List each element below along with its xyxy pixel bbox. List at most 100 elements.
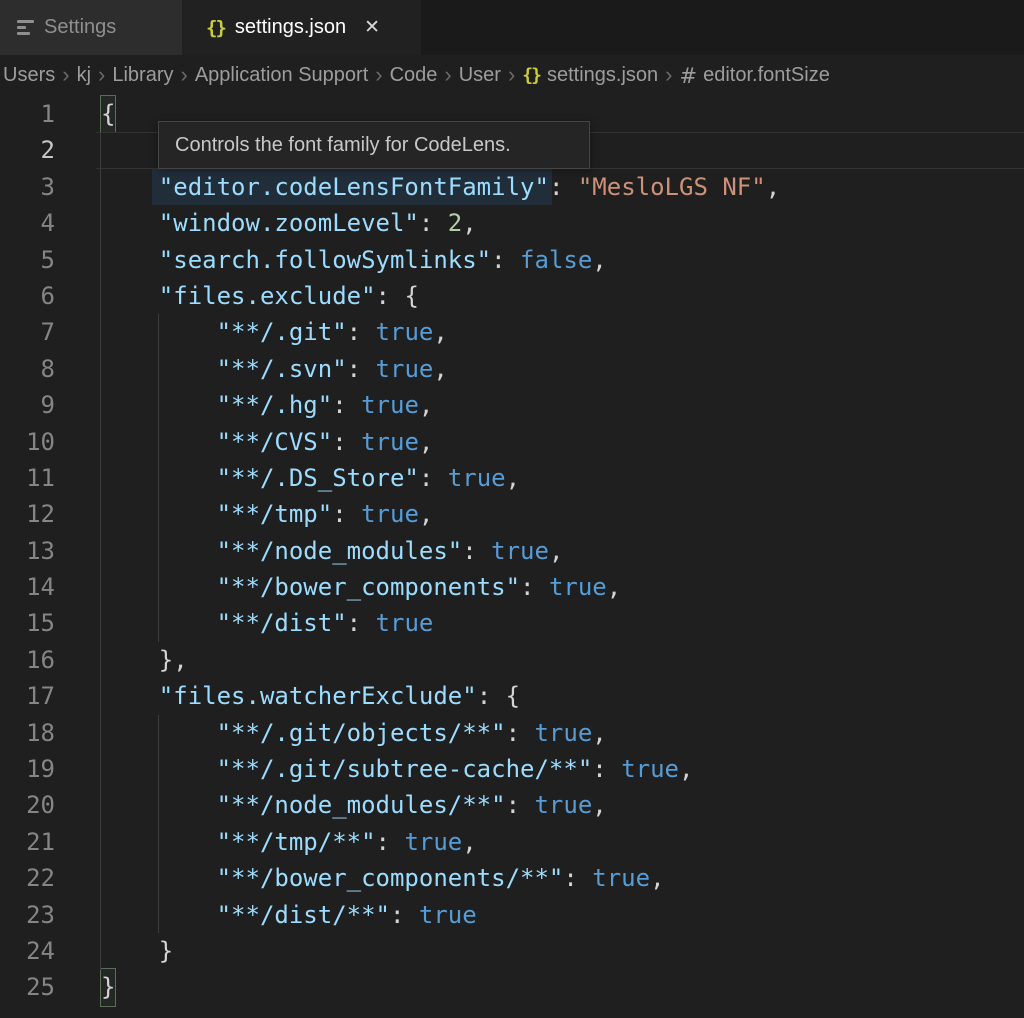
- code-line[interactable]: 7 "**/.git": true,: [0, 314, 1024, 350]
- breadcrumb-item-user[interactable]: User: [459, 64, 501, 87]
- code-token: "**/bower_components": [217, 573, 520, 601]
- code-text: "**/bower_components": true,: [55, 569, 621, 605]
- line-number[interactable]: 5: [0, 242, 55, 278]
- breadcrumb-separator: ›: [444, 62, 451, 88]
- breadcrumb-item-settings-json[interactable]: settings.json: [547, 64, 658, 87]
- code-token: "**/.git": [217, 318, 347, 346]
- code-token: :: [592, 755, 621, 783]
- code-token: ,: [419, 500, 433, 528]
- code-token: [101, 682, 159, 710]
- line-number[interactable]: 22: [0, 860, 55, 896]
- line-number[interactable]: 1: [0, 96, 55, 132]
- line-number[interactable]: 19: [0, 751, 55, 787]
- line-number[interactable]: 15: [0, 605, 55, 641]
- line-number[interactable]: 12: [0, 496, 55, 532]
- breadcrumb-item-application-support[interactable]: Application Support: [195, 64, 368, 87]
- code-line[interactable]: 5 "search.followSymlinks": false,: [0, 242, 1024, 278]
- code-token: :: [506, 791, 535, 819]
- breadcrumb-item-users[interactable]: Users: [3, 64, 55, 87]
- line-number[interactable]: 3: [0, 169, 55, 205]
- line-number[interactable]: 23: [0, 897, 55, 933]
- code-token: "**/dist": [217, 609, 347, 637]
- code-lines: 1{23 "editor.codeLensFontFamily": "Meslo…: [0, 96, 1024, 1006]
- line-number[interactable]: 20: [0, 787, 55, 823]
- line-number[interactable]: 25: [0, 969, 55, 1005]
- code-token: },: [101, 646, 188, 674]
- code-line[interactable]: 23 "**/dist/**": true: [0, 897, 1024, 933]
- code-token: :: [563, 864, 592, 892]
- line-number[interactable]: 11: [0, 460, 55, 496]
- code-token: ,: [679, 755, 693, 783]
- line-number[interactable]: 8: [0, 351, 55, 387]
- code-line[interactable]: 25}: [0, 969, 1024, 1005]
- code-token: "files.watcherExclude": [159, 682, 477, 710]
- code-line[interactable]: 24 }: [0, 933, 1024, 969]
- code-text: "**/.git/subtree-cache/**": true,: [55, 751, 693, 787]
- line-number[interactable]: 10: [0, 424, 55, 460]
- code-token: :: [491, 246, 520, 274]
- code-line[interactable]: 3 "editor.codeLensFontFamily": "MesloLGS…: [0, 169, 1024, 205]
- line-number[interactable]: 18: [0, 715, 55, 751]
- code-line[interactable]: 18 "**/.git/objects/**": true,: [0, 715, 1024, 751]
- breadcrumb-item-editor-fontsize[interactable]: editor.fontSize: [703, 64, 830, 87]
- code-token: [101, 428, 217, 456]
- code-line[interactable]: 10 "**/CVS": true,: [0, 424, 1024, 460]
- code-token: [101, 391, 217, 419]
- code-token: ,: [433, 355, 447, 383]
- code-line[interactable]: 22 "**/bower_components/**": true,: [0, 860, 1024, 896]
- line-number[interactable]: 7: [0, 314, 55, 350]
- code-line[interactable]: 6 "files.exclude": {: [0, 278, 1024, 314]
- code-line[interactable]: 17 "files.watcherExclude": {: [0, 678, 1024, 714]
- code-token: "**/.DS_Store": [217, 464, 419, 492]
- breadcrumb-item-code[interactable]: Code: [390, 64, 438, 87]
- code-token: [101, 318, 217, 346]
- breadcrumb-item-kj[interactable]: kj: [77, 64, 91, 87]
- line-number[interactable]: 16: [0, 642, 55, 678]
- code-token: true: [361, 391, 419, 419]
- code-line[interactable]: 12 "**/tmp": true,: [0, 496, 1024, 532]
- code-line[interactable]: 4 "window.zoomLevel": 2,: [0, 205, 1024, 241]
- code-token: true: [448, 464, 506, 492]
- code-line[interactable]: 14 "**/bower_components": true,: [0, 569, 1024, 605]
- code-token: [101, 573, 217, 601]
- line-number[interactable]: 21: [0, 824, 55, 860]
- code-line[interactable]: 11 "**/.DS_Store": true,: [0, 460, 1024, 496]
- line-number[interactable]: 6: [0, 278, 55, 314]
- code-text: "**/.git/objects/**": true,: [55, 715, 607, 751]
- code-line[interactable]: 16 },: [0, 642, 1024, 678]
- code-line[interactable]: 20 "**/node_modules/**": true,: [0, 787, 1024, 823]
- code-line[interactable]: 19 "**/.git/subtree-cache/**": true,: [0, 751, 1024, 787]
- code-token: true: [534, 719, 592, 747]
- code-token: [101, 209, 159, 237]
- tab-settings-json[interactable]: {} settings.json ✕: [182, 0, 421, 55]
- breadcrumb-item-library[interactable]: Library: [112, 64, 173, 87]
- code-token: 2: [448, 209, 462, 237]
- code-token: "**/dist/**": [217, 901, 390, 929]
- line-number[interactable]: 9: [0, 387, 55, 423]
- code-text: "editor.codeLensFontFamily": "MesloLGS N…: [55, 169, 780, 205]
- close-tab-icon[interactable]: ✕: [364, 16, 380, 39]
- line-number[interactable]: 14: [0, 569, 55, 605]
- line-number[interactable]: 13: [0, 533, 55, 569]
- code-line[interactable]: 13 "**/node_modules": true,: [0, 533, 1024, 569]
- code-text: [55, 132, 101, 168]
- code-line[interactable]: 21 "**/tmp/**": true,: [0, 824, 1024, 860]
- code-line[interactable]: 9 "**/.hg": true,: [0, 387, 1024, 423]
- breadcrumb-separator: ›: [508, 62, 515, 88]
- line-number[interactable]: 17: [0, 678, 55, 714]
- matched-bracket: {: [101, 96, 115, 132]
- line-number[interactable]: 2: [0, 132, 55, 168]
- code-line[interactable]: 15 "**/dist": true: [0, 605, 1024, 641]
- code-text: "**/tmp/**": true,: [55, 824, 477, 860]
- code-token: true: [361, 500, 419, 528]
- tab-bar: Settings {} settings.json ✕: [0, 0, 1024, 55]
- json-braces-icon: {}: [206, 17, 225, 39]
- code-token: ,: [462, 828, 476, 856]
- line-number[interactable]: 4: [0, 205, 55, 241]
- line-number[interactable]: 24: [0, 933, 55, 969]
- code-line[interactable]: 8 "**/.svn": true,: [0, 351, 1024, 387]
- breadcrumb-separator: ›: [98, 62, 105, 88]
- editor-pane[interactable]: 1{23 "editor.codeLensFontFamily": "Meslo…: [0, 96, 1024, 1018]
- code-token: "**/tmp/**": [217, 828, 376, 856]
- tab-settings[interactable]: Settings: [0, 0, 182, 55]
